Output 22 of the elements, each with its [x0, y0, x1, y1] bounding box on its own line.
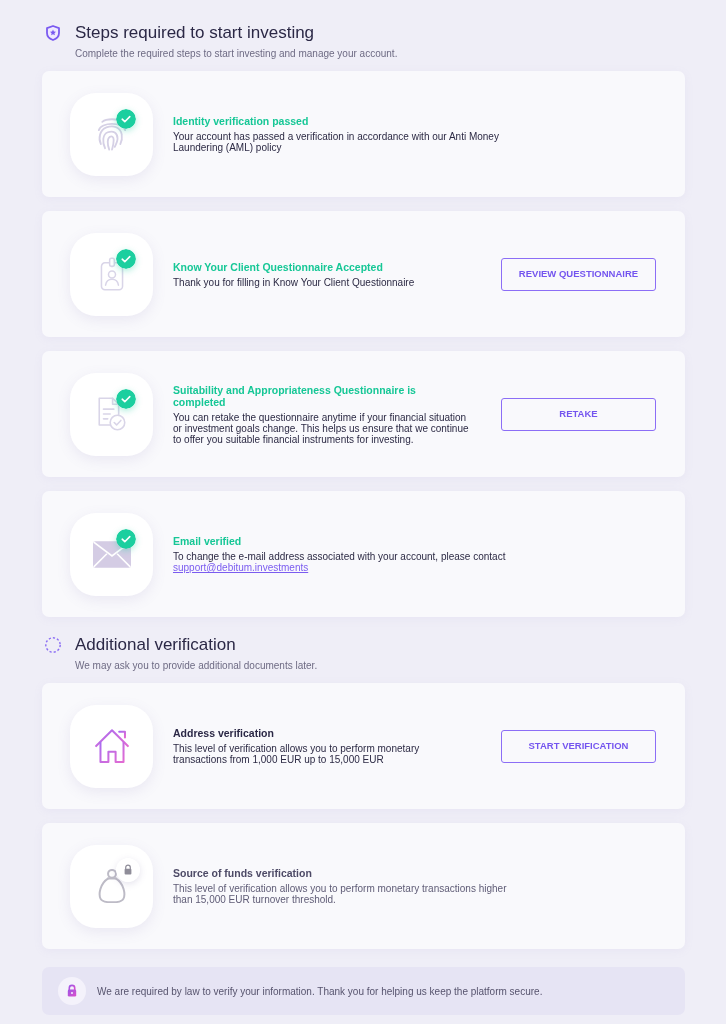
- step-description: To change the e-mail address associated with your account, please contact support@debitum.investments: [173, 551, 507, 573]
- section-title: Additional verification: [75, 634, 236, 656]
- step-title: Source of funds verification: [173, 867, 313, 879]
- step-description: Thank you for filling in Know Your Client Questionnaire: [173, 276, 416, 288]
- step-title: Suitability and Appropriateness Questionnaire is completed: [173, 383, 417, 408]
- step-action-button[interactable]: REVIEW QUESTIONNAIRE: [501, 257, 656, 291]
- section-subtitle: We may ask you to provide additional documents later.: [75, 660, 319, 672]
- step-title: Email verified: [173, 535, 243, 547]
- step-title: Address verification: [173, 727, 275, 739]
- security-notice-text: We are required by law to verify your information. Thank you for helping us keep the platform secure.: [97, 984, 543, 999]
- lock-icon: [58, 977, 86, 1005]
- support-email-link[interactable]: support@debitum.investments: [173, 562, 309, 573]
- step-action-button[interactable]: START VERIFICATION: [501, 729, 656, 763]
- step-description: This level of verification allows you to perform monetary transactions from 1,000 EUR up to 15,000 EUR: [173, 743, 421, 765]
- section-title: Steps required to start investing: [75, 22, 315, 44]
- section-subtitle: Complete the required steps to start investing and manage your account.: [75, 48, 399, 60]
- step-description: This level of verification allows you to perform monetary transactions higher than 15,000 EUR turnover threshold.: [173, 883, 508, 905]
- step-description: You can retake the questionnaire anytime if your financial situation or investment goals change. This helps us ensure that we continue to offer you suitable financial instruments for investing.: [173, 411, 470, 445]
- step-title: Know Your Client Questionnaire Accepted: [173, 260, 384, 273]
- step-action-button[interactable]: RETAKE: [501, 397, 656, 431]
- step-title: Identity verification passed: [173, 115, 310, 127]
- step-description: Your account has passed a verification in accordance with our Anti Money Laundering (AML) policy: [173, 131, 500, 153]
